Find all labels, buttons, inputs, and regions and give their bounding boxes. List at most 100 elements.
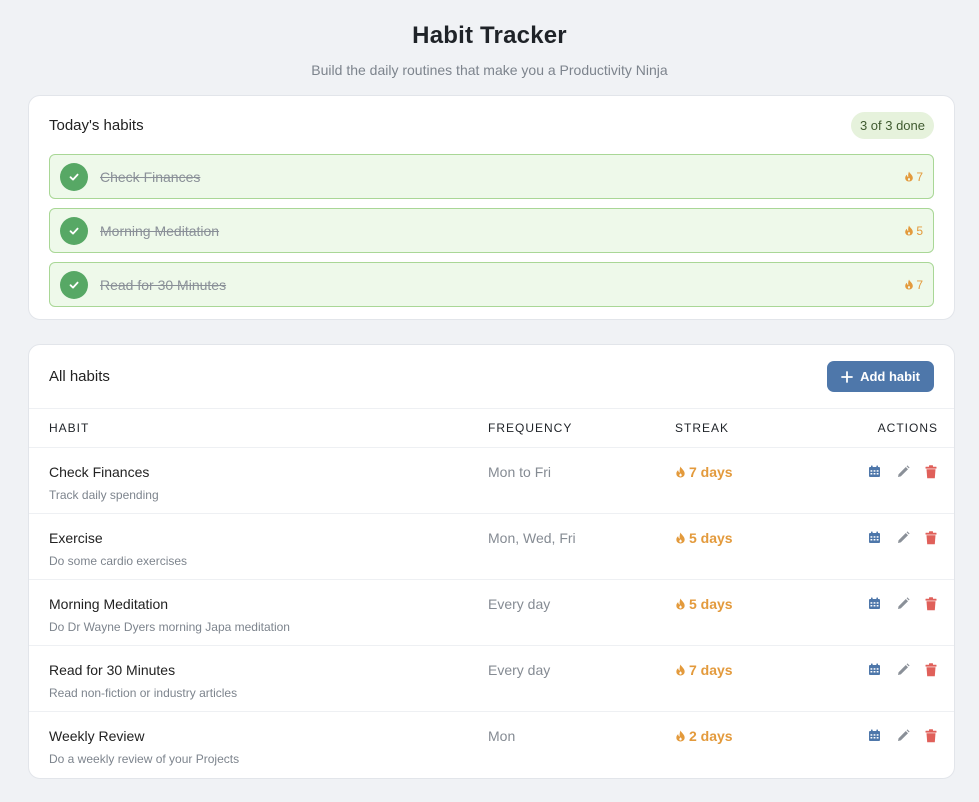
frequency-cell: Every day xyxy=(488,646,675,711)
column-actions: ACTIONS xyxy=(877,421,938,435)
all-habits-title: All habits xyxy=(49,368,110,385)
habit-name: Check Finances xyxy=(49,464,150,480)
today-item-name: Read for 30 Minutes xyxy=(100,276,227,293)
row-actions xyxy=(805,514,954,545)
today-item-name: Morning Meditation xyxy=(100,222,220,239)
today-item-streak: 5 xyxy=(904,224,923,238)
habit-cell: Exercise Do some cardio exercises xyxy=(29,514,488,579)
habit-description: Read non-fiction or industry articles xyxy=(49,686,238,700)
calendar-icon[interactable] xyxy=(867,596,882,611)
habit-streak: 7 days xyxy=(675,662,805,678)
todays-habits-list: Check Finances 7 Morning Meditation 5 Re… xyxy=(49,154,934,307)
flame-icon xyxy=(905,171,914,182)
flame-icon xyxy=(905,279,914,290)
pencil-icon[interactable] xyxy=(895,596,910,611)
habit-frequency: Mon, Wed, Fri xyxy=(488,530,576,546)
completion-badge: 3 of 3 done xyxy=(850,111,934,139)
flame-icon xyxy=(676,664,685,676)
table-header: HABIT FREQUENCY STREAK ACTIONS xyxy=(29,409,954,448)
habit-frequency: Every day xyxy=(488,596,551,612)
trash-icon[interactable] xyxy=(923,662,938,677)
calendar-icon[interactable] xyxy=(867,728,882,743)
streak-cell: 2 days xyxy=(675,712,805,778)
table-row: Exercise Do some cardio exercises Mon, W… xyxy=(29,514,954,580)
page-subtitle: Build the daily routines that make you a… xyxy=(311,62,668,78)
habits-table-body: Check Finances Track daily spending Mon … xyxy=(29,448,954,778)
table-row: Read for 30 Minutes Read non-fiction or … xyxy=(29,646,954,712)
habit-cell: Read for 30 Minutes Read non-fiction or … xyxy=(29,646,488,711)
today-item[interactable]: Check Finances 7 xyxy=(49,154,934,199)
frequency-cell: Every day xyxy=(488,580,675,645)
trash-icon[interactable] xyxy=(923,530,938,545)
flame-icon xyxy=(676,532,685,544)
today-item-streak-count: 5 xyxy=(916,223,923,238)
pencil-icon[interactable] xyxy=(895,464,910,479)
table-row: Morning Meditation Do Dr Wayne Dyers mor… xyxy=(29,580,954,646)
habit-cell: Morning Meditation Do Dr Wayne Dyers mor… xyxy=(29,580,488,645)
habit-name: Read for 30 Minutes xyxy=(49,662,176,678)
add-habit-label: Add habit xyxy=(860,369,920,384)
row-actions xyxy=(805,712,954,743)
page-header: Habit Tracker Build the daily routines t… xyxy=(0,0,979,78)
all-habits-header: All habits Add habit xyxy=(29,345,954,409)
frequency-cell: Mon to Fri xyxy=(488,448,675,513)
row-actions xyxy=(805,580,954,611)
check-icon[interactable] xyxy=(60,270,88,299)
today-item-streak: 7 xyxy=(904,278,923,292)
habit-cell: Weekly Review Do a weekly review of your… xyxy=(29,712,488,778)
todays-habits-header: Today's habits 3 of 3 done xyxy=(49,96,934,154)
trash-icon[interactable] xyxy=(923,596,938,611)
habit-streak: 7 days xyxy=(675,464,805,480)
habit-streak: 2 days xyxy=(675,728,805,744)
calendar-icon[interactable] xyxy=(867,530,882,545)
actions-cell xyxy=(805,514,954,579)
column-frequency: FREQUENCY xyxy=(488,421,573,435)
habit-frequency: Mon xyxy=(488,728,516,744)
streak-cell: 5 days xyxy=(675,580,805,645)
table-row: Check Finances Track daily spending Mon … xyxy=(29,448,954,514)
habit-name: Weekly Review xyxy=(49,728,145,744)
pencil-icon[interactable] xyxy=(895,728,910,743)
streak-cell: 7 days xyxy=(675,448,805,513)
actions-cell xyxy=(805,712,954,778)
flame-icon xyxy=(905,225,914,236)
calendar-icon[interactable] xyxy=(867,662,882,677)
calendar-icon[interactable] xyxy=(867,464,882,479)
all-habits-card: All habits Add habit HABIT FREQUENCY STR… xyxy=(28,344,955,779)
trash-icon[interactable] xyxy=(923,728,938,743)
add-habit-button[interactable]: Add habit xyxy=(827,361,934,392)
column-habit: HABIT xyxy=(49,421,90,435)
flame-icon xyxy=(676,730,685,742)
habit-description: Track daily spending xyxy=(49,488,159,502)
actions-cell xyxy=(805,580,954,645)
page-title: Habit Tracker xyxy=(412,22,567,49)
pencil-icon[interactable] xyxy=(895,530,910,545)
actions-cell xyxy=(805,448,954,513)
today-item[interactable]: Read for 30 Minutes 7 xyxy=(49,262,934,307)
check-icon[interactable] xyxy=(60,216,88,245)
habit-frequency: Mon to Fri xyxy=(488,464,552,480)
habit-frequency: Every day xyxy=(488,662,551,678)
todays-habits-card: Today's habits 3 of 3 done Check Finance… xyxy=(28,95,955,320)
frequency-cell: Mon, Wed, Fri xyxy=(488,514,675,579)
row-actions xyxy=(805,448,954,479)
frequency-cell: Mon xyxy=(488,712,675,778)
plus-icon xyxy=(841,370,853,383)
today-item-name: Check Finances xyxy=(100,168,201,185)
habit-name: Exercise xyxy=(49,530,103,546)
check-icon[interactable] xyxy=(60,162,88,191)
flame-icon xyxy=(676,466,685,478)
habit-description: Do some cardio exercises xyxy=(49,554,188,568)
habit-cell: Check Finances Track daily spending xyxy=(29,448,488,513)
habit-description: Do Dr Wayne Dyers morning Japa meditatio… xyxy=(49,620,290,634)
habit-name: Morning Meditation xyxy=(49,596,169,612)
todays-habits-title: Today's habits xyxy=(49,116,144,134)
habit-streak-text: 7 days xyxy=(689,662,733,678)
today-item[interactable]: Morning Meditation 5 xyxy=(49,208,934,253)
streak-cell: 5 days xyxy=(675,514,805,579)
streak-cell: 7 days xyxy=(675,646,805,711)
today-item-streak: 7 xyxy=(904,170,923,184)
pencil-icon[interactable] xyxy=(895,662,910,677)
actions-cell xyxy=(805,646,954,711)
trash-icon[interactable] xyxy=(923,464,938,479)
